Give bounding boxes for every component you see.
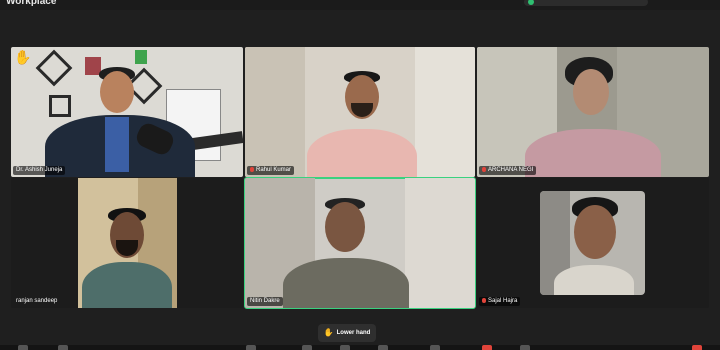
participant-name: Dr. Ashish Juneja [13, 166, 66, 175]
lower-hand-button[interactable]: ✋ Lower hand [318, 324, 376, 342]
participant-tile-1[interactable]: ✋ Dr. Ashish Juneja [11, 47, 243, 177]
mic-muted-icon [482, 298, 486, 303]
toolbar-button[interactable] [520, 345, 530, 350]
participant-tile-5[interactable]: Nitin Dakre [244, 177, 476, 309]
profile-photo [540, 191, 645, 295]
toolbar-button[interactable] [58, 345, 68, 350]
app-title: Workplace [6, 0, 57, 7]
mic-muted-icon [250, 167, 254, 172]
participant-name: ARCHANA NEGI [479, 166, 537, 175]
meeting-status-pill[interactable] [524, 0, 648, 6]
end-call-button[interactable] [692, 345, 702, 350]
toolbar-button[interactable] [378, 345, 388, 350]
toolbar-button[interactable] [340, 345, 350, 350]
participant-name: ranjan sandeep [16, 298, 58, 304]
participant-tile-3[interactable]: ARCHANA NEGI [477, 47, 709, 177]
participant-tile-4[interactable]: ranjan sandeep [11, 178, 243, 308]
status-dot-icon [528, 0, 534, 5]
participant-name: Sajal Hajra [479, 297, 521, 306]
toolbar-button[interactable] [430, 345, 440, 350]
participant-tile-2[interactable]: Rahul Kumar [245, 47, 475, 177]
lower-hand-label: Lower hand [336, 330, 371, 336]
toolbar-button[interactable] [18, 345, 28, 350]
hand-icon: ✋ [323, 328, 334, 337]
toolbar-button[interactable] [302, 345, 312, 350]
participant-name: Rahul Kumar [247, 166, 295, 175]
title-bar: Workplace [0, 0, 720, 10]
meeting-toolbar [0, 345, 720, 350]
leave-button[interactable] [482, 345, 492, 350]
participant-name: Nitin Dakre [247, 297, 283, 306]
video-feed [78, 178, 177, 308]
raised-hand-icon: ✋ [14, 49, 32, 65]
mic-muted-icon [482, 167, 486, 172]
toolbar-button[interactable] [246, 345, 256, 350]
participant-tile-6[interactable]: Sajal Hajra [477, 178, 709, 308]
